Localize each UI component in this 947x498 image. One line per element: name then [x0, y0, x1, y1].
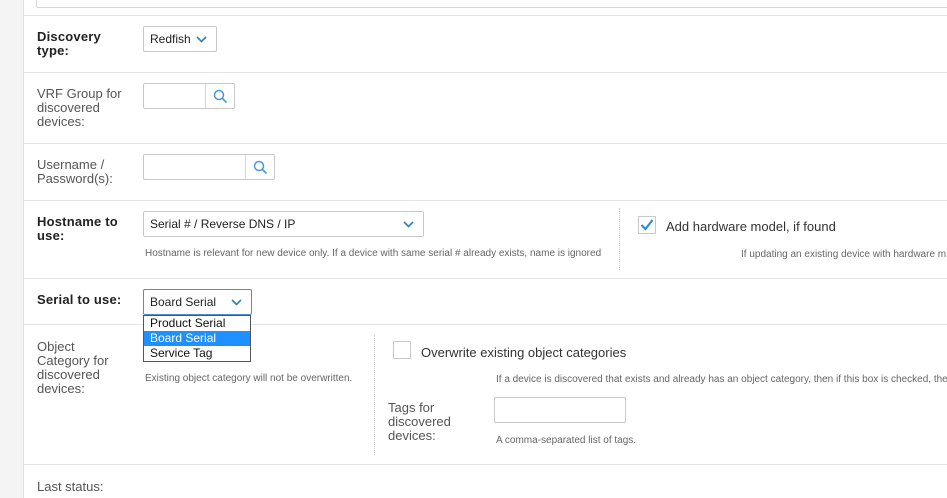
row-separator — [24, 464, 947, 465]
hostname-label: Hostname to use: — [37, 214, 118, 243]
hardware-model-checkbox[interactable] — [638, 216, 656, 234]
overwrite-categories-checkbox[interactable] — [393, 341, 411, 359]
hardware-model-label: Add hardware model, if found — [666, 219, 836, 234]
credentials-lookup[interactable] — [143, 154, 275, 180]
object-category-label: Object Category for discovered devices: — [37, 339, 109, 396]
row-separator — [24, 143, 947, 144]
last-status-label: Last status: — [37, 479, 104, 494]
credentials-label: Username / Password(s): — [37, 157, 113, 186]
discovery-type-value: Redfish — [150, 32, 191, 46]
hostname-hint: Hostname is relevant for new device only… — [145, 248, 602, 259]
tags-label: Tags for discovered devices: — [388, 400, 451, 443]
form-panel: Discovery type: Redfish VRF Group for di… — [23, 0, 947, 498]
row-separator — [24, 72, 947, 73]
tags-input[interactable] — [494, 397, 626, 423]
top-field[interactable] — [36, 0, 947, 8]
chevron-down-icon — [195, 27, 207, 51]
discovery-type-label: Discovery type: — [37, 29, 101, 58]
row-separator — [24, 15, 947, 16]
row-separator — [24, 200, 947, 201]
row-separator — [24, 278, 947, 279]
search-icon[interactable] — [245, 155, 274, 179]
serial-dropdown-list[interactable]: Product Serial Board Serial Service Tag — [143, 315, 251, 362]
object-category-hint: Existing object category will not be ove… — [145, 373, 353, 384]
discovery-type-select[interactable]: Redfish — [143, 26, 217, 52]
hardware-model-hint: If updating an existing device with hard… — [741, 249, 947, 260]
serial-value: Board Serial — [150, 295, 217, 309]
serial-label: Serial to use: — [37, 292, 122, 307]
search-icon[interactable] — [205, 84, 234, 108]
serial-option-service-tag[interactable]: Service Tag — [144, 346, 250, 361]
tags-hint: A comma-separated list of tags. — [496, 435, 637, 446]
vrf-group-lookup[interactable] — [143, 83, 235, 109]
chevron-down-icon — [230, 290, 242, 314]
vrf-group-label: VRF Group for discovered devices: — [37, 86, 122, 129]
checkmark-icon — [640, 219, 654, 231]
chevron-down-icon — [402, 212, 414, 236]
overwrite-categories-hint: If a device is discovered that exists an… — [496, 374, 947, 385]
hostname-select[interactable]: Serial # / Reverse DNS / IP — [143, 211, 424, 237]
serial-option-product[interactable]: Product Serial — [144, 316, 250, 331]
column-divider — [619, 208, 620, 270]
column-divider — [374, 335, 375, 455]
serial-option-board[interactable]: Board Serial — [144, 331, 250, 346]
hostname-value: Serial # / Reverse DNS / IP — [150, 217, 296, 231]
overwrite-categories-label: Overwrite existing object categories — [421, 345, 627, 360]
serial-select[interactable]: Board Serial — [143, 289, 252, 315]
